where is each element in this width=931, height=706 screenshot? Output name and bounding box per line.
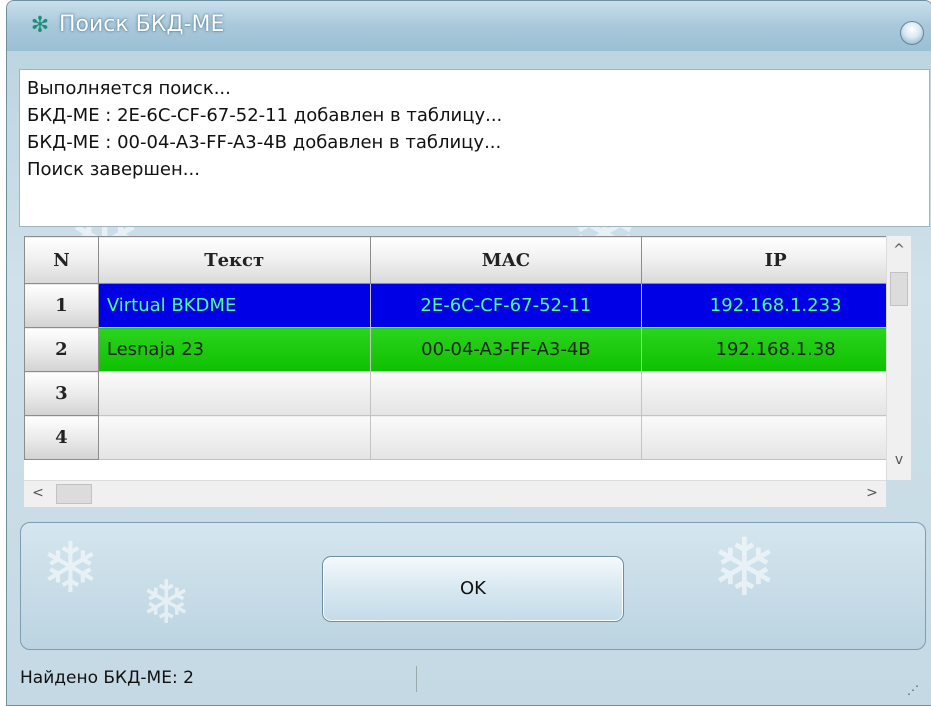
table-row[interactable]: 4	[24, 415, 910, 460]
row-number: 4	[24, 415, 99, 460]
row-number: 1	[24, 283, 99, 328]
column-header-mac[interactable]: MAC	[369, 236, 643, 284]
table-row[interactable]: 2 Lesnaja 23 00-04-A3-FF-A3-4B 192.168.1…	[24, 327, 910, 372]
search-log: Выполняется поиск... БКД-МЕ : 2E-6C-CF-6…	[19, 69, 930, 227]
status-bar: Найдено БКД-МЕ: 2 ⋰	[0, 656, 925, 704]
ok-button[interactable]: OK	[322, 556, 624, 622]
snowflake-decoration: ❄	[141, 568, 192, 638]
close-icon[interactable]	[900, 21, 924, 45]
snowflake-icon: ✻	[30, 13, 50, 38]
devices-table[interactable]: N Текст MAC IP 1 Virtual BKDME 2E-6C-CF-…	[24, 236, 910, 480]
horizontal-scrollbar[interactable]: < >	[24, 480, 886, 507]
vertical-scrollbar[interactable]: ^ v	[886, 236, 911, 480]
status-divider	[416, 666, 417, 692]
column-header-text[interactable]: Текст	[97, 236, 371, 284]
cell-mac[interactable]: 00-04-A3-FF-A3-4B	[369, 327, 643, 372]
scroll-left-icon[interactable]: <	[30, 485, 46, 501]
cell-text[interactable]: Virtual BKDME	[97, 283, 371, 328]
found-count-status: Найдено БКД-МЕ: 2	[20, 668, 194, 688]
cell-ip[interactable]	[641, 415, 910, 460]
resize-grip-icon[interactable]: ⋰	[905, 684, 919, 698]
cell-mac[interactable]	[369, 415, 643, 460]
log-line: БКД-МЕ : 00-04-A3-FF-A3-4B добавлен в та…	[27, 132, 502, 153]
log-line: Выполняется поиск...	[27, 78, 231, 99]
cell-text[interactable]	[97, 415, 371, 460]
column-header-ip[interactable]: IP	[641, 236, 910, 284]
snowflake-decoration: ❄	[41, 527, 100, 609]
cell-mac[interactable]	[369, 371, 643, 416]
row-number: 3	[24, 371, 99, 416]
cell-mac[interactable]: 2E-6C-CF-67-52-11	[369, 283, 643, 328]
title-bar[interactable]: ✻ Поиск БКД-МЕ	[7, 1, 931, 51]
cell-text[interactable]	[97, 371, 371, 416]
snowflake-decoration: ❄	[711, 522, 779, 614]
cell-ip[interactable]: 192.168.1.233	[641, 283, 910, 328]
scroll-down-icon[interactable]: v	[887, 452, 911, 468]
scroll-up-icon[interactable]: ^	[887, 242, 911, 258]
scroll-right-icon[interactable]: >	[864, 485, 880, 501]
cell-ip[interactable]	[641, 371, 910, 416]
vertical-scroll-thumb[interactable]	[890, 272, 908, 306]
log-line: Поиск завершен...	[27, 159, 200, 180]
table-row[interactable]: 1 Virtual BKDME 2E-6C-CF-67-52-11 192.16…	[24, 283, 910, 328]
cell-text[interactable]: Lesnaja 23	[97, 327, 371, 372]
horizontal-scroll-thumb[interactable]	[56, 484, 92, 504]
log-line: БКД-МЕ : 2E-6C-CF-67-52-11 добавлен в та…	[27, 105, 503, 126]
row-number: 2	[24, 327, 99, 372]
table-row[interactable]: 3	[24, 371, 910, 416]
column-header-n[interactable]: N	[24, 236, 99, 284]
window-title: Поиск БКД-МЕ	[59, 12, 225, 37]
cell-ip[interactable]: 192.168.1.38	[641, 327, 910, 372]
